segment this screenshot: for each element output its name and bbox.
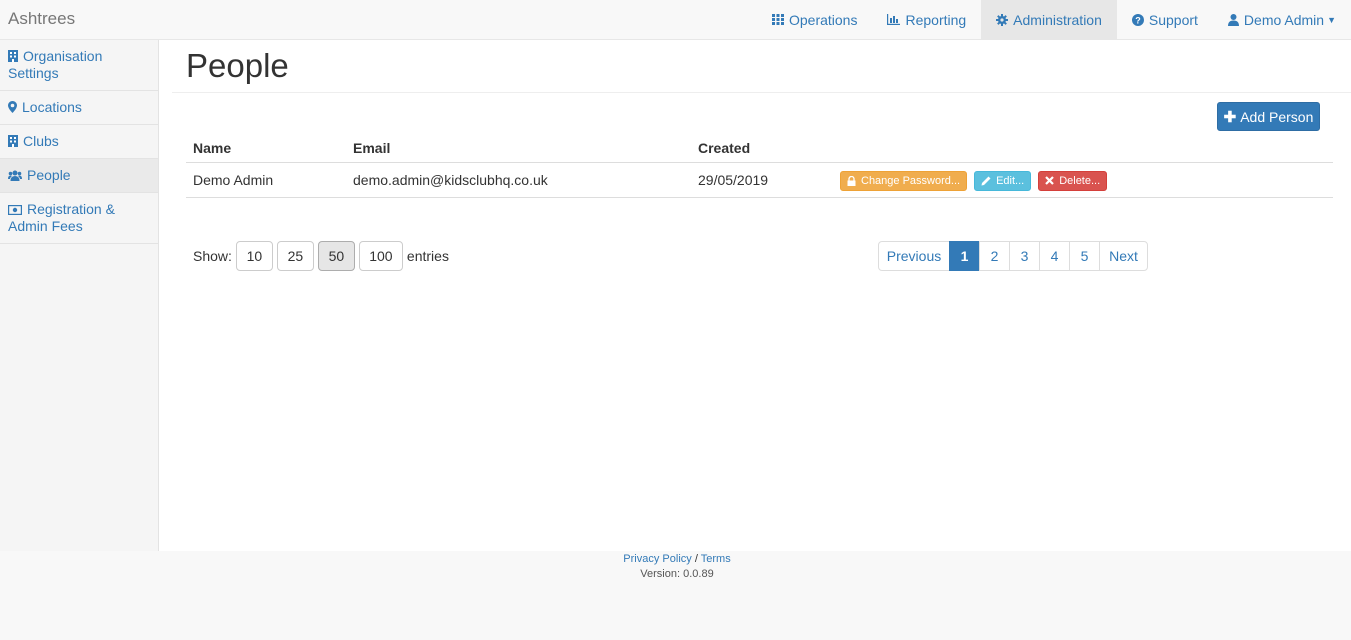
footer-separator: / — [694, 553, 698, 565]
map-marker-icon — [8, 101, 17, 113]
lock-icon — [847, 175, 856, 186]
nav-support[interactable]: ? Support — [1117, 0, 1213, 39]
sidebar: Organisation Settings Locations Clubs Pe… — [0, 40, 159, 551]
header-name[interactable]: Name — [193, 130, 231, 165]
building-icon — [8, 135, 18, 147]
version-text: Version: 0.0.89 — [640, 568, 714, 580]
pagination-page-2[interactable]: 2 — [979, 241, 1010, 271]
svg-text:?: ? — [1135, 15, 1141, 25]
building-icon — [8, 50, 18, 62]
add-person-label: Add Person — [1240, 108, 1314, 125]
pagination: Previous 1 2 3 4 5 Next — [878, 241, 1148, 271]
main-nav: Operations Reporting Administration ? Su… — [757, 0, 1351, 39]
privacy-policy-link[interactable]: Privacy Policy — [623, 553, 691, 565]
change-password-button[interactable]: Change Password... — [840, 170, 968, 191]
nav-support-label: Support — [1148, 11, 1198, 28]
money-icon — [7, 204, 23, 216]
footer: Privacy Policy / Terms Version: 0.0.89 — [159, 551, 1195, 580]
row-actions: Change Password... Edit... Delete... — [840, 163, 1108, 198]
entries-label: entries — [406, 248, 449, 264]
sidebar-item-label: People — [27, 167, 71, 183]
sidebar-item-people[interactable]: People — [0, 159, 158, 193]
table-header: Name Email Created — [186, 128, 1333, 163]
user-menu-label: Demo Admin — [1243, 11, 1325, 28]
cell-name: Demo Admin — [193, 172, 274, 188]
sidebar-item-label: Clubs — [23, 133, 59, 149]
nav-operations[interactable]: Operations — [757, 0, 872, 39]
page-title: People — [186, 47, 289, 84]
brand-title[interactable]: Ashtrees — [8, 9, 75, 29]
edit-label: Edit... — [996, 174, 1025, 187]
main-content: People ✚ Add Person Name Email Created D… — [159, 40, 1351, 551]
sidebar-item-label: Locations — [22, 99, 82, 115]
nav-administration-label: Administration — [1013, 11, 1102, 28]
sidebar-item-organisation-settings[interactable]: Organisation Settings — [0, 40, 158, 91]
caret-down-icon: ▼ — [1327, 14, 1336, 25]
sidebar-item-label: Registration & Admin Fees — [8, 201, 115, 234]
footer-links: Privacy Policy / Terms — [159, 553, 1195, 565]
title-divider — [172, 92, 1351, 93]
pagination-page-5[interactable]: 5 — [1069, 241, 1100, 271]
sidebar-item-locations[interactable]: Locations — [0, 91, 158, 125]
header-created[interactable]: Created — [698, 130, 750, 165]
pagination-page-1[interactable]: 1 — [949, 241, 980, 271]
delete-button[interactable]: Delete... — [1038, 170, 1108, 191]
length-selector: Show: 10 25 50 100 entries — [193, 241, 449, 271]
add-person-button[interactable]: ✚ Add Person — [1217, 102, 1320, 131]
show-label: Show: — [193, 248, 232, 264]
pencil-icon — [981, 176, 991, 185]
plus-icon: ✚ — [1223, 108, 1237, 126]
cell-created: 29/05/2019 — [698, 172, 769, 188]
nav-reporting-label: Reporting — [905, 11, 967, 28]
edit-button[interactable]: Edit... — [974, 170, 1032, 191]
show-10-button[interactable]: 10 — [235, 241, 273, 271]
sidebar-item-clubs[interactable]: Clubs — [0, 125, 158, 159]
question-circle-icon: ? — [1131, 13, 1144, 26]
header-email[interactable]: Email — [353, 130, 390, 165]
cell-email: demo.admin@kidsclubhq.co.uk — [353, 172, 548, 188]
terms-link[interactable]: Terms — [701, 553, 731, 565]
pagination-previous[interactable]: Previous — [878, 241, 950, 271]
pagination-page-4[interactable]: 4 — [1039, 241, 1070, 271]
users-icon — [8, 170, 22, 181]
sidebar-item-label: Organisation Settings — [8, 48, 103, 81]
nav-reporting[interactable]: Reporting — [872, 0, 981, 39]
show-100-button[interactable]: 100 — [358, 241, 403, 271]
user-menu[interactable]: Demo Admin ▼ — [1213, 0, 1351, 39]
close-icon — [1045, 176, 1054, 185]
gear-icon — [996, 13, 1009, 26]
table-row: Demo Admin demo.admin@kidsclubhq.co.uk 2… — [186, 163, 1333, 198]
show-50-button[interactable]: 50 — [317, 241, 355, 271]
bar-chart-icon — [887, 14, 901, 25]
sidebar-item-registration-admin-fees[interactable]: Registration & Admin Fees — [0, 193, 158, 244]
show-25-button[interactable]: 25 — [276, 241, 314, 271]
user-icon — [1227, 13, 1239, 26]
top-navbar: Ashtrees Operations Reporting Administra… — [0, 0, 1351, 40]
nav-administration[interactable]: Administration — [981, 0, 1117, 39]
nav-operations-label: Operations — [788, 11, 858, 28]
pagination-next[interactable]: Next — [1099, 241, 1148, 271]
change-password-label: Change Password... — [861, 174, 961, 187]
people-table: Name Email Created Demo Admin demo.admin… — [186, 128, 1333, 198]
pagination-page-3[interactable]: 3 — [1009, 241, 1040, 271]
delete-label: Delete... — [1059, 174, 1101, 187]
grid-icon — [771, 14, 784, 25]
